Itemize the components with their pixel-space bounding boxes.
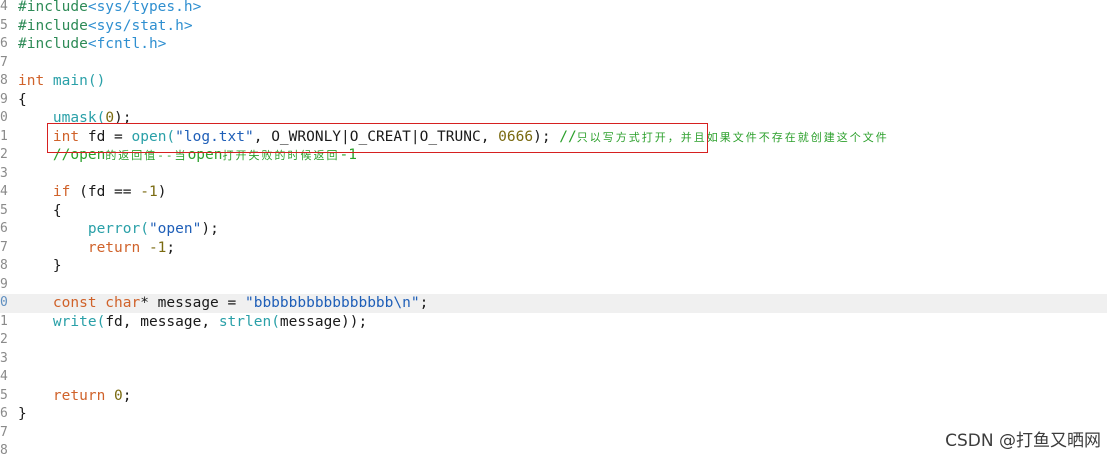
line-number: 4 xyxy=(0,184,8,199)
line-number: 4 xyxy=(0,0,8,14)
code-token: return xyxy=(18,387,106,404)
code-token: (fd == xyxy=(70,184,141,200)
line-number: 0 xyxy=(0,295,8,310)
line-number: 0 xyxy=(0,110,8,125)
code-line[interactable]: 0 const char* message = "bbbbbbbbbbbbbbb… xyxy=(0,294,1107,313)
code-token: message)); xyxy=(279,313,368,330)
code-token: <fcntl.h> xyxy=(87,36,167,52)
code-text: return -1; xyxy=(18,239,175,258)
code-token: ; xyxy=(166,239,176,256)
code-text: perror("open"); xyxy=(18,220,219,239)
code-token: int xyxy=(18,73,45,89)
code-token: { xyxy=(18,91,27,108)
watermark: CSDN @打鱼又晒网 xyxy=(945,431,1101,451)
line-number: 7 xyxy=(0,54,8,70)
code-token: return xyxy=(18,239,141,256)
code-token: } xyxy=(18,258,62,274)
code-line[interactable]: 4 if (fd == -1) xyxy=(0,183,1107,202)
code-text: { xyxy=(18,202,62,221)
code-token: #include xyxy=(18,0,88,15)
code-token: { xyxy=(18,202,62,219)
line-number: 7 xyxy=(0,424,8,440)
code-line[interactable]: 8 int main() xyxy=(0,72,1107,91)
code-token: -1 xyxy=(140,184,158,200)
code-token: #include xyxy=(18,17,88,34)
code-line[interactable]: 5 return 0; xyxy=(0,387,1107,406)
code-text: int main() xyxy=(18,72,105,91)
code-line[interactable]: 6 #include<fcntl.h> xyxy=(0,35,1107,54)
code-line[interactable]: 8 } xyxy=(0,257,1107,276)
code-token: const char xyxy=(18,295,141,311)
code-token: fd, message, xyxy=(105,313,219,330)
code-token: "bbbbbbbbbbbbbbbb\n" xyxy=(244,295,420,311)
code-token: perror( xyxy=(18,221,149,237)
code-text: #include<fcntl.h> xyxy=(18,35,166,54)
code-line[interactable]: 3 xyxy=(0,165,1107,184)
code-token: <sys/stat.h> xyxy=(87,17,193,34)
code-line[interactable]: 4 xyxy=(0,368,1107,387)
code-line[interactable]: 7 xyxy=(0,424,1107,443)
line-number: 5 xyxy=(0,387,8,403)
code-editor[interactable]: 4 #include<sys/types.h> 5 #include<sys/stat… xyxy=(0,0,1107,458)
line-number: 1 xyxy=(0,313,8,329)
code-line[interactable]: 1 write(fd, message, strlen(message)); xyxy=(0,313,1107,332)
line-number: 1 xyxy=(0,128,8,144)
code-token: ) xyxy=(157,184,167,200)
code-text: write(fd, message, strlen(message)); xyxy=(18,313,367,332)
code-token: } xyxy=(18,406,27,422)
line-number: 9 xyxy=(0,91,8,107)
code-token: ); xyxy=(201,221,219,237)
code-text: } xyxy=(18,405,27,424)
code-line[interactable]: 3 xyxy=(0,350,1107,369)
line-number: 8 xyxy=(0,258,8,273)
code-text: #include<sys/types.h> xyxy=(18,0,201,17)
code-token: 0 xyxy=(105,387,123,404)
line-number: 3 xyxy=(0,350,8,366)
code-text: #include<sys/stat.h> xyxy=(18,17,193,36)
code-line[interactable]: 5 #include<sys/stat.h> xyxy=(0,17,1107,36)
code-token: write( xyxy=(18,313,106,330)
code-token: #include xyxy=(18,36,88,52)
line-number: 9 xyxy=(0,276,8,292)
code-token: * message = xyxy=(140,295,245,311)
code-line[interactable]: 2 xyxy=(0,331,1107,350)
code-token: -1 xyxy=(140,239,167,256)
line-number: 3 xyxy=(0,165,8,181)
code-text: if (fd == -1) xyxy=(18,183,167,202)
line-number: 8 xyxy=(0,73,8,88)
code-text: } xyxy=(18,257,62,276)
line-number: 4 xyxy=(0,369,8,384)
code-text: return 0; xyxy=(18,387,132,406)
code-token: main() xyxy=(44,73,106,89)
code-line[interactable]: 6} xyxy=(0,405,1107,424)
line-number: 6 xyxy=(0,406,8,421)
code-line[interactable]: 5 { xyxy=(0,202,1107,221)
line-number: 5 xyxy=(0,17,8,33)
code-token: if xyxy=(18,184,71,200)
line-number: 5 xyxy=(0,202,8,218)
code-token: <sys/types.h> xyxy=(87,0,202,15)
code-token: ; xyxy=(419,295,429,311)
line-number: 2 xyxy=(0,147,8,162)
line-number: 6 xyxy=(0,221,8,236)
code-text: const char* message = "bbbbbbbbbbbbbbbb\… xyxy=(18,294,428,313)
line-number: 6 xyxy=(0,36,8,51)
code-line[interactable]: 4 #include<sys/types.h> xyxy=(0,0,1107,17)
code-line[interactable]: 7 xyxy=(0,54,1107,73)
code-token: strlen( xyxy=(218,313,280,330)
line-number: 7 xyxy=(0,239,8,255)
code-token: ; xyxy=(122,387,132,404)
code-line[interactable]: 7 return -1; xyxy=(0,239,1107,258)
code-text: { xyxy=(18,91,27,110)
code-line[interactable]: 6 perror("open"); xyxy=(0,220,1107,239)
highlight-annotation-box xyxy=(47,123,708,153)
code-token: "open" xyxy=(148,221,202,237)
code-line[interactable]: 9 xyxy=(0,276,1107,295)
code-line[interactable]: 9{ xyxy=(0,91,1107,110)
line-number: 2 xyxy=(0,332,8,347)
